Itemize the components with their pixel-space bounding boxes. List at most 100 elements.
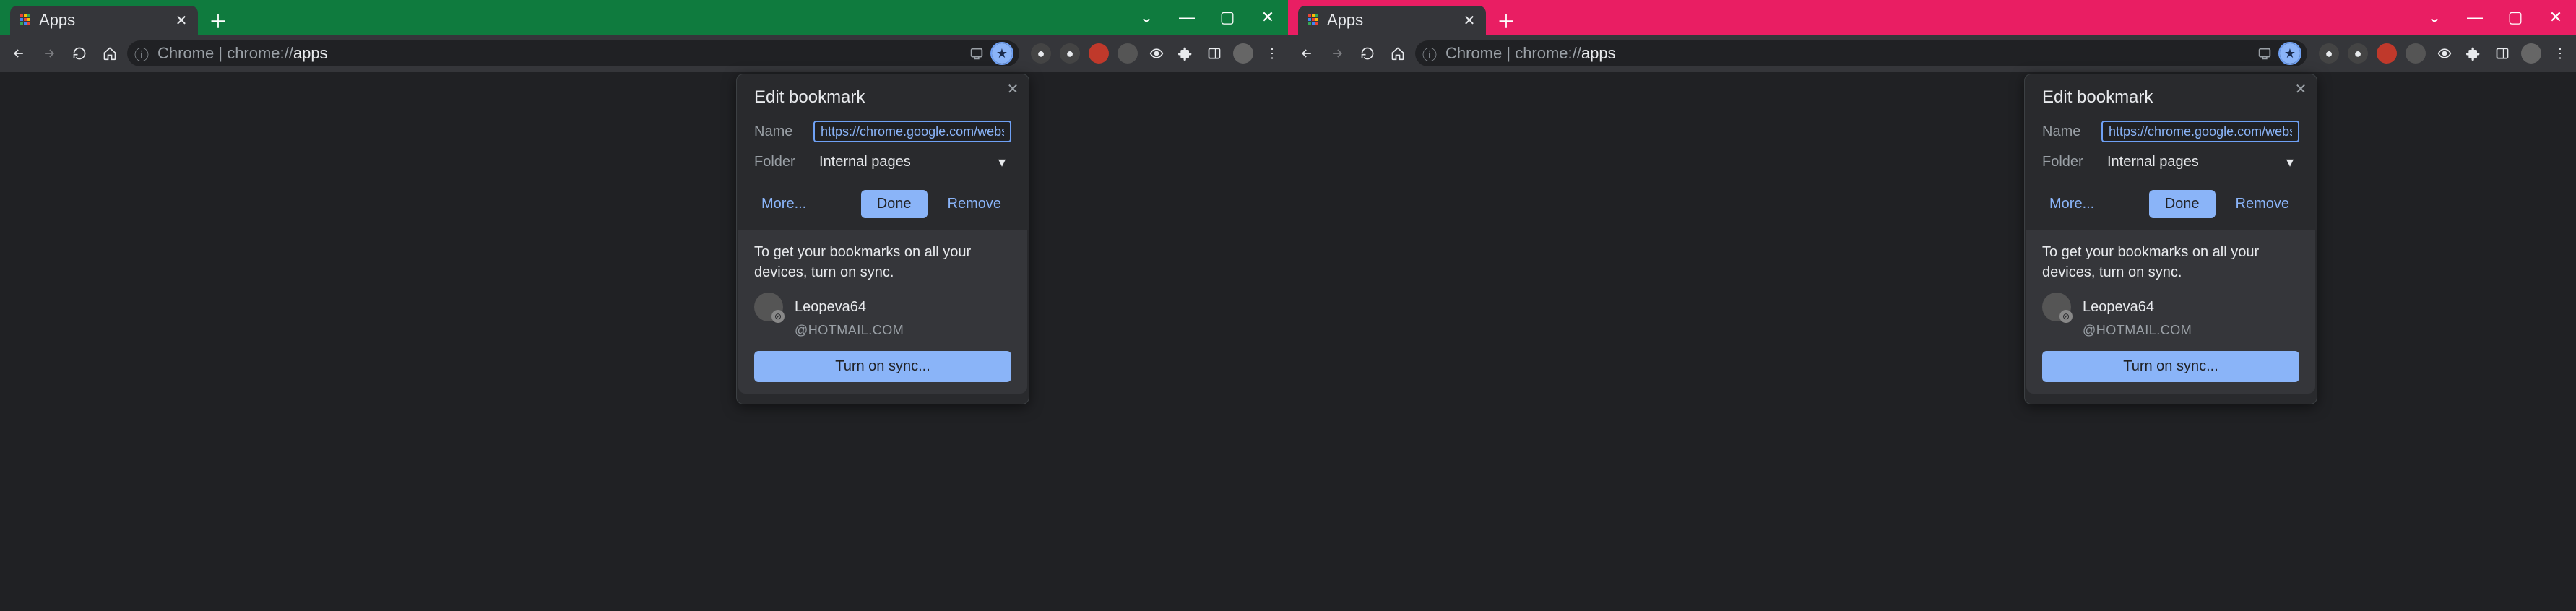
tab-title: Apps: [39, 11, 166, 30]
home-button[interactable]: [1385, 40, 1411, 66]
sync-message: To get your bookmarks on all your device…: [754, 242, 1011, 282]
close-icon[interactable]: ✕: [1461, 12, 1477, 28]
address-bar: ⓘ Chrome | chrome://apps ★ ● ● ⋮: [0, 35, 1288, 72]
extensions-puzzle-icon[interactable]: [1175, 43, 1196, 64]
popup-title: Edit bookmark: [2025, 74, 2317, 116]
turn-on-sync-button[interactable]: Turn on sync...: [2042, 351, 2299, 382]
chevron-down-icon[interactable]: ⌄: [1126, 0, 1167, 35]
browser-window-1: Apps ✕ ＋ ⌄ — ▢ ✕ ⓘ Chrome | chrome://app…: [0, 0, 1288, 611]
sync-panel: To get your bookmarks on all your device…: [738, 230, 1027, 394]
menu-kebab-icon[interactable]: ⋮: [2550, 43, 2570, 64]
extensions-area: ● ● ⋮: [1024, 43, 1282, 64]
chevron-down-icon[interactable]: ⌄: [2414, 0, 2455, 35]
more-button[interactable]: More...: [754, 191, 813, 217]
back-button[interactable]: [6, 40, 32, 66]
profile-avatar-icon[interactable]: [1233, 43, 1253, 64]
done-button[interactable]: Done: [2149, 190, 2216, 218]
forward-button[interactable]: [36, 40, 62, 66]
side-panel-icon[interactable]: [1204, 43, 1224, 64]
minimize-button[interactable]: —: [2455, 0, 2495, 35]
window-controls: ⌄ — ▢ ✕: [2414, 0, 2576, 35]
user-name: Leopeva64: [2083, 299, 2154, 316]
reload-button[interactable]: [1354, 40, 1380, 66]
bookmark-star-icon[interactable]: ★: [2280, 43, 2300, 64]
extension-icon[interactable]: ●: [2319, 43, 2339, 64]
tabs-area: Apps ✕ ＋: [1288, 0, 1521, 35]
sync-panel: To get your bookmarks on all your device…: [2026, 230, 2315, 394]
folder-value: Internal pages: [2107, 154, 2199, 170]
done-button[interactable]: Done: [861, 190, 928, 218]
url-text: Chrome | chrome://apps: [1445, 44, 1616, 63]
extension-icon[interactable]: [2377, 43, 2397, 64]
back-button[interactable]: [1294, 40, 1320, 66]
new-tab-button[interactable]: ＋: [204, 6, 233, 35]
edit-bookmark-popup: ✕ Edit bookmark Name Folder Internal pag…: [736, 74, 1029, 404]
remove-button[interactable]: Remove: [938, 190, 1011, 218]
close-icon[interactable]: ✕: [1004, 80, 1021, 98]
sync-user: ⊘ Leopeva64: [2042, 292, 2299, 321]
tab-title: Apps: [1327, 11, 1454, 30]
tab-apps[interactable]: Apps ✕: [10, 6, 198, 35]
close-icon[interactable]: ✕: [2292, 80, 2309, 98]
folder-label: Folder: [2042, 154, 2088, 170]
tabs-area: Apps ✕ ＋: [0, 0, 233, 35]
extension-icon[interactable]: [1089, 43, 1109, 64]
turn-on-sync-button[interactable]: Turn on sync...: [754, 351, 1011, 382]
extension-icon[interactable]: ●: [1060, 43, 1080, 64]
user-email: @HOTMAIL.COM: [2083, 323, 2299, 338]
more-button[interactable]: More...: [2042, 191, 2101, 217]
sync-off-badge-icon: ⊘: [771, 310, 785, 323]
menu-kebab-icon[interactable]: ⋮: [1262, 43, 1282, 64]
reload-button[interactable]: [66, 40, 92, 66]
titlebar: Apps ✕ ＋ ⌄ — ▢ ✕: [1288, 0, 2576, 35]
name-label: Name: [754, 124, 800, 140]
titlebar: Apps ✕ ＋ ⌄ — ▢ ✕: [0, 0, 1288, 35]
extension-icon[interactable]: [2434, 43, 2455, 64]
folder-select[interactable]: Internal pages ▾: [2101, 151, 2299, 173]
apps-grid-icon: [20, 14, 32, 26]
url-input[interactable]: ⓘ Chrome | chrome://apps ★: [1415, 40, 2307, 66]
apps-grid-icon: [1308, 14, 1320, 26]
close-icon[interactable]: ✕: [173, 12, 189, 28]
sync-user: ⊘ Leopeva64: [754, 292, 1011, 321]
minimize-button[interactable]: —: [1167, 0, 1207, 35]
site-info-icon[interactable]: ⓘ: [134, 43, 149, 64]
page-content: ✕ Edit bookmark Name Folder Internal pag…: [1288, 72, 2576, 611]
bookmark-name-input[interactable]: [2101, 121, 2299, 142]
site-info-icon[interactable]: ⓘ: [1422, 43, 1437, 64]
extensions-area: ● ● ⋮: [2312, 43, 2570, 64]
new-tab-button[interactable]: ＋: [1492, 6, 1521, 35]
chevron-down-icon: ▾: [998, 153, 1006, 171]
bookmark-name-input[interactable]: [813, 121, 1011, 142]
address-bar: ⓘ Chrome | chrome://apps ★ ● ● ⋮: [1288, 35, 2576, 72]
popup-title: Edit bookmark: [737, 74, 1029, 116]
side-panel-icon[interactable]: [2492, 43, 2512, 64]
avatar: ⊘: [754, 292, 783, 321]
close-button[interactable]: ✕: [2536, 0, 2576, 35]
maximize-button[interactable]: ▢: [2495, 0, 2536, 35]
bookmark-star-icon[interactable]: ★: [992, 43, 1012, 64]
home-button[interactable]: [97, 40, 123, 66]
page-content: ✕ Edit bookmark Name Folder Internal pag…: [0, 72, 1288, 611]
extension-icon[interactable]: [2406, 43, 2426, 64]
browser-window-2: Apps ✕ ＋ ⌄ — ▢ ✕ ⓘ Chrome | chrome://app…: [1288, 0, 2576, 611]
extension-icon[interactable]: ●: [1031, 43, 1051, 64]
extensions-puzzle-icon[interactable]: [2463, 43, 2484, 64]
folder-select[interactable]: Internal pages ▾: [813, 151, 1011, 173]
share-icon[interactable]: [2257, 46, 2273, 61]
sync-off-badge-icon: ⊘: [2059, 310, 2073, 323]
profile-avatar-icon[interactable]: [2521, 43, 2541, 64]
window-controls: ⌄ — ▢ ✕: [1126, 0, 1288, 35]
maximize-button[interactable]: ▢: [1207, 0, 1248, 35]
forward-button[interactable]: [1324, 40, 1350, 66]
share-icon[interactable]: [969, 46, 985, 61]
tab-apps[interactable]: Apps ✕: [1298, 6, 1486, 35]
close-button[interactable]: ✕: [1248, 0, 1288, 35]
extension-icon[interactable]: [1118, 43, 1138, 64]
url-input[interactable]: ⓘ Chrome | chrome://apps ★: [127, 40, 1019, 66]
edit-bookmark-popup: ✕ Edit bookmark Name Folder Internal pag…: [2024, 74, 2317, 404]
folder-label: Folder: [754, 154, 800, 170]
extension-icon[interactable]: [1146, 43, 1167, 64]
remove-button[interactable]: Remove: [2226, 190, 2299, 218]
extension-icon[interactable]: ●: [2348, 43, 2368, 64]
